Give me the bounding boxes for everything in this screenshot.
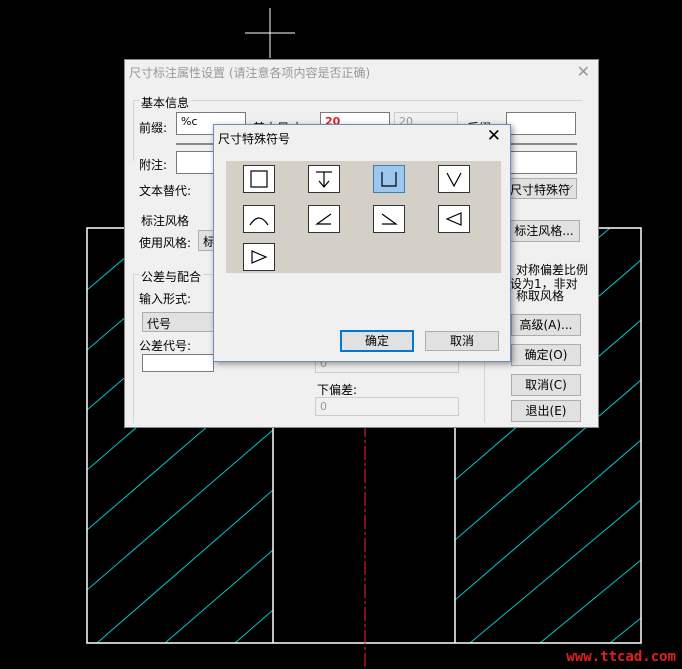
style-legend: 标注风格 xyxy=(141,214,190,228)
taper-left-icon[interactable] xyxy=(438,205,470,233)
symmetric-note-line3: 称取风格 xyxy=(516,289,565,303)
basic-info-legend: 基本信息 xyxy=(139,94,192,111)
note-label: 附注: xyxy=(139,158,168,172)
special-symbol-combo-value: 尺寸特殊符 xyxy=(510,183,571,197)
lower-deviation-label: 下偏差: xyxy=(317,383,358,397)
slope-reverse-icon[interactable] xyxy=(373,205,405,233)
suffix-input[interactable] xyxy=(506,112,576,135)
input-form-label: 输入形式: xyxy=(139,292,192,306)
lower-deviation-input[interactable]: 0 xyxy=(315,397,459,416)
special-symbol-combo[interactable]: 尺寸特殊符 ⌵ xyxy=(505,178,577,199)
advanced-button[interactable]: 高级(A)... xyxy=(511,314,581,336)
symbol-ok-button[interactable]: 确定 xyxy=(340,330,414,352)
tolerance-legend: 公差与配合 xyxy=(139,268,204,285)
exit-button[interactable]: 退出(E) xyxy=(511,400,581,422)
depth-icon[interactable] xyxy=(308,165,340,193)
special-symbol-dialog: 尺寸特殊符号 ✕ 确定 取消 xyxy=(213,124,511,362)
tolerance-code-label: 公差代号: xyxy=(139,339,192,353)
dialog-title: 尺寸标注属性设置 (请注意各项内容是否正确) xyxy=(129,66,371,80)
symbol-cancel-button[interactable]: 取消 xyxy=(425,331,499,351)
prefix-label: 前缀: xyxy=(139,121,168,135)
symbol-panel xyxy=(226,161,501,273)
crosshair-cursor xyxy=(245,8,295,58)
taper-right-icon[interactable] xyxy=(243,243,275,271)
countersink-icon[interactable] xyxy=(438,165,470,193)
tolerance-code-input[interactable] xyxy=(142,354,214,372)
close-icon[interactable]: ✕ xyxy=(487,126,501,146)
cancel-button[interactable]: 取消(C) xyxy=(511,374,581,396)
close-icon[interactable]: ✕ xyxy=(577,62,590,81)
text-replace-label: 文本替代: xyxy=(139,184,192,198)
input-form-combo[interactable]: 代号 xyxy=(142,312,214,332)
symbol-dialog-title: 尺寸特殊符号 xyxy=(218,132,291,146)
counterbore-icon[interactable] xyxy=(373,165,405,193)
watermark: www.ttcad.com xyxy=(566,649,676,665)
use-style-label: 使用风格: xyxy=(139,236,192,250)
slope-icon[interactable] xyxy=(308,205,340,233)
arc-length-icon[interactable] xyxy=(243,205,275,233)
style-settings-button[interactable]: 标注风格... xyxy=(508,220,580,242)
square-icon[interactable] xyxy=(243,165,275,193)
ok-button[interactable]: 确定(O) xyxy=(511,344,581,366)
chevron-down-icon: ⌵ xyxy=(565,181,573,192)
